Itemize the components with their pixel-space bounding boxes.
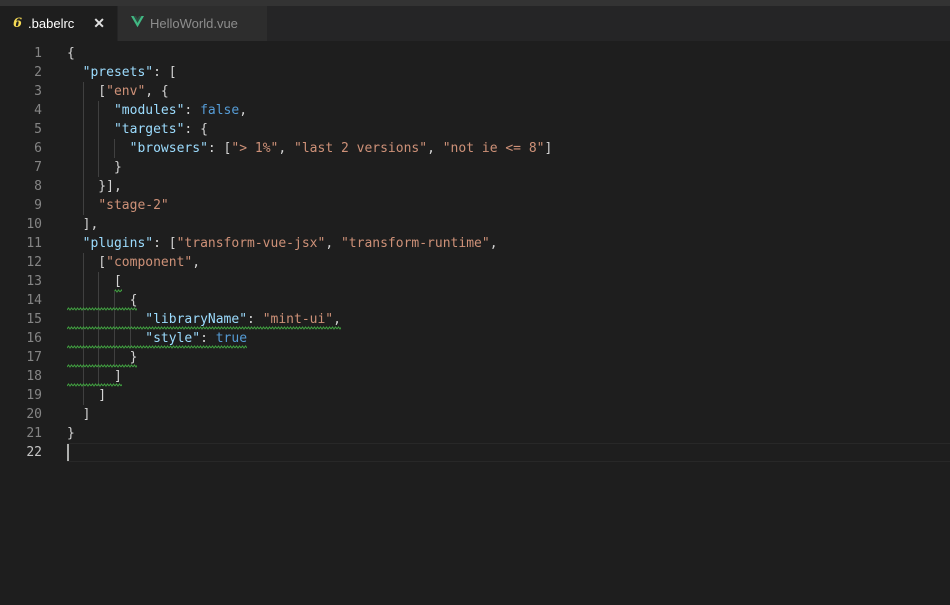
code-line[interactable]: 9 "stage-2" bbox=[0, 196, 950, 215]
code-line[interactable]: 22 bbox=[0, 443, 950, 462]
line-number: 14 bbox=[26, 293, 42, 308]
code-line[interactable]: 17 } bbox=[0, 348, 950, 368]
code-text: "browsers": ["> 1%", "last 2 versions", … bbox=[129, 141, 553, 156]
code-text: } bbox=[67, 426, 75, 441]
code-line[interactable]: 5 "targets": { bbox=[0, 120, 950, 139]
line-number: 1 bbox=[34, 46, 42, 61]
code-line[interactable]: 16 "style": true bbox=[0, 329, 950, 349]
line-number: 20 bbox=[26, 407, 42, 422]
code-text: } bbox=[67, 160, 122, 175]
tab-bar: 6 .babelrc ✕ HelloWorld.vue bbox=[0, 6, 950, 41]
code-text: ["env", { bbox=[67, 84, 169, 99]
line-number: 11 bbox=[26, 236, 42, 251]
line-number: 10 bbox=[26, 217, 42, 232]
line-number: 19 bbox=[26, 388, 42, 403]
code-line[interactable]: 10 ], bbox=[0, 215, 950, 234]
code-text: "presets": [ bbox=[82, 65, 177, 80]
code-line[interactable]: 1{ bbox=[0, 44, 950, 63]
code-text: "modules": false, bbox=[113, 103, 248, 118]
code-text: "plugins": ["transform-vue-jsx", "transf… bbox=[82, 236, 498, 251]
code-text: ], bbox=[67, 217, 99, 232]
tab-helloworld-vue[interactable]: HelloWorld.vue bbox=[118, 6, 268, 41]
code-line[interactable]: 7 } bbox=[0, 158, 950, 177]
line-number: 21 bbox=[26, 426, 42, 441]
code-text: ["component", bbox=[67, 255, 201, 270]
code-text: ] bbox=[67, 407, 91, 422]
code-line[interactable]: 20 ] bbox=[0, 405, 950, 424]
line-number: 12 bbox=[26, 255, 42, 270]
vue-icon bbox=[131, 16, 144, 31]
line-number: 16 bbox=[26, 331, 42, 346]
code-line[interactable]: 4 "modules": false, bbox=[0, 101, 950, 120]
code-line[interactable]: 19 ] bbox=[0, 386, 950, 405]
code-line[interactable]: 15 "libraryName": "mint-ui", bbox=[0, 310, 950, 330]
code-line[interactable]: 18 ] bbox=[0, 367, 950, 387]
line-number: 22 bbox=[26, 445, 42, 460]
line-number: 4 bbox=[34, 103, 42, 118]
code-line[interactable]: 12 ["component", bbox=[0, 253, 950, 272]
code-editor[interactable]: 1{2 "presets": [3 ["env", {4 "modules": … bbox=[0, 41, 950, 605]
code-text: { bbox=[67, 46, 75, 61]
code-line[interactable]: 21} bbox=[0, 424, 950, 443]
code-line[interactable]: 14 { bbox=[0, 291, 950, 311]
line-number: 3 bbox=[34, 84, 42, 99]
code-text: "targets": { bbox=[113, 122, 208, 137]
close-icon[interactable]: ✕ bbox=[93, 15, 105, 32]
line-number: 5 bbox=[34, 122, 42, 137]
tab-babelrc[interactable]: 6 .babelrc ✕ bbox=[0, 6, 118, 41]
code-line[interactable]: 6 "browsers": ["> 1%", "last 2 versions"… bbox=[0, 139, 950, 158]
line-number: 18 bbox=[26, 369, 42, 384]
code-line[interactable]: 3 ["env", { bbox=[0, 82, 950, 101]
line-number: 8 bbox=[34, 179, 42, 194]
code-line[interactable]: 8 }], bbox=[0, 177, 950, 196]
line-number: 7 bbox=[34, 160, 42, 175]
editor-window: 6 .babelrc ✕ HelloWorld.vue 1{2 "presets… bbox=[0, 0, 950, 605]
code-line[interactable]: 13 [ bbox=[0, 272, 950, 293]
code-text: "stage-2" bbox=[98, 198, 169, 213]
line-number: 17 bbox=[26, 350, 42, 365]
code-text: }], bbox=[67, 179, 122, 194]
babel-icon: 6 bbox=[13, 16, 23, 31]
line-number: 6 bbox=[34, 141, 42, 156]
code-line[interactable]: 11 "plugins": ["transform-vue-jsx", "tra… bbox=[0, 234, 950, 253]
tab-label: .babelrc bbox=[28, 16, 75, 31]
line-number: 9 bbox=[34, 198, 42, 213]
line-number: 2 bbox=[34, 65, 42, 80]
line-number: 15 bbox=[26, 312, 42, 327]
line-number: 13 bbox=[26, 274, 42, 289]
code-text: ] bbox=[67, 388, 107, 403]
text-cursor bbox=[67, 444, 69, 461]
tab-label: HelloWorld.vue bbox=[150, 16, 238, 31]
code-line[interactable]: 2 "presets": [ bbox=[0, 63, 950, 82]
